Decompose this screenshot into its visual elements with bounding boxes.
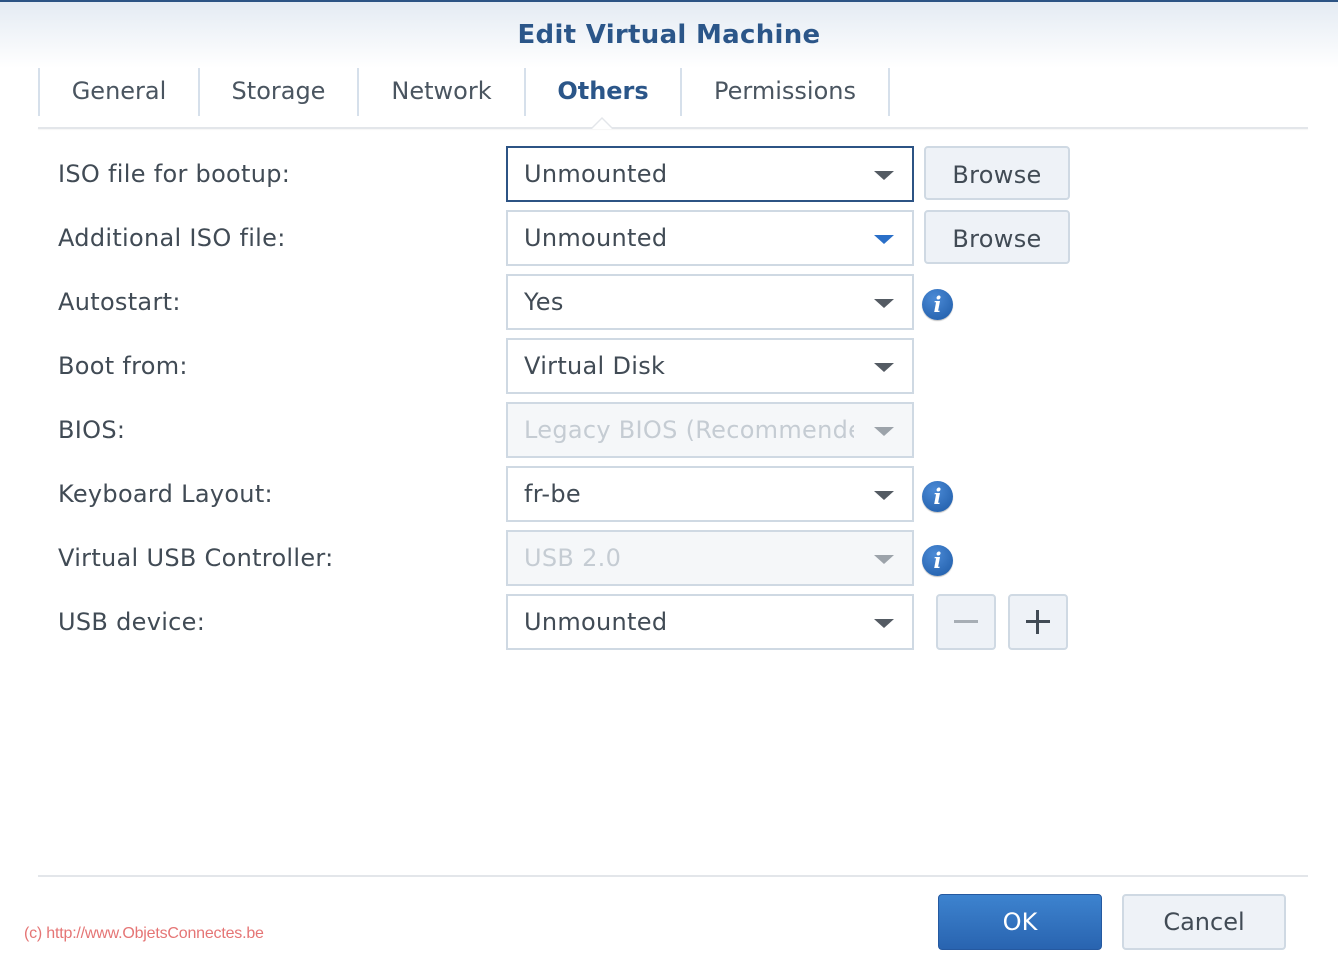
bios-label: BIOS:	[58, 416, 126, 444]
bios-value: Legacy BIOS (Recommended)	[524, 416, 854, 444]
autostart-select[interactable]: Yes	[506, 274, 914, 330]
autostart-label: Autostart:	[58, 288, 181, 316]
info-icon[interactable]: i	[922, 545, 953, 576]
boot-from-label: Boot from:	[58, 352, 188, 380]
tab-network[interactable]: Network	[357, 68, 524, 116]
plus-icon-vertical	[1036, 610, 1039, 634]
minus-icon	[954, 620, 978, 623]
usb-controller-value: USB 2.0	[524, 544, 622, 572]
row-usb-device: USB device: Unmounted	[0, 594, 1338, 650]
row-iso-bootup: ISO file for bootup: Unmounted Browse	[0, 146, 1338, 202]
usb-device-label: USB device:	[58, 608, 206, 636]
chevron-down-icon	[874, 491, 894, 500]
info-icon[interactable]: i	[922, 289, 953, 320]
ok-button[interactable]: OK	[938, 894, 1102, 950]
boot-from-select[interactable]: Virtual Disk	[506, 338, 914, 394]
additional-iso-value: Unmounted	[524, 224, 668, 252]
dialog-header: Edit Virtual Machine	[0, 2, 1338, 68]
row-usb-controller: Virtual USB Controller: USB 2.0 i	[0, 530, 1338, 586]
row-boot-from: Boot from: Virtual Disk	[0, 338, 1338, 394]
usb-device-select[interactable]: Unmounted	[506, 594, 914, 650]
row-autostart: Autostart: Yes i	[0, 274, 1338, 330]
iso-bootup-browse-button[interactable]: Browse	[924, 146, 1070, 200]
iso-bootup-value: Unmounted	[524, 160, 668, 188]
dialog-title: Edit Virtual Machine	[517, 20, 821, 50]
chevron-down-icon	[874, 619, 894, 628]
bios-select: Legacy BIOS (Recommended)	[506, 402, 914, 458]
tab-divider	[38, 127, 1308, 129]
chevron-down-icon	[874, 427, 894, 436]
chevron-down-icon	[874, 235, 894, 244]
tab-bar: General Storage Network Others Permissio…	[38, 68, 890, 116]
tab-general[interactable]: General	[38, 68, 198, 116]
chevron-down-icon	[874, 363, 894, 372]
tab-permissions[interactable]: Permissions	[680, 68, 890, 116]
remove-usb-device-button[interactable]	[936, 594, 996, 650]
row-keyboard-layout: Keyboard Layout: fr-be i	[0, 466, 1338, 522]
autostart-value: Yes	[524, 288, 564, 316]
boot-from-value: Virtual Disk	[524, 352, 666, 380]
tab-storage[interactable]: Storage	[198, 68, 357, 116]
additional-iso-select[interactable]: Unmounted	[506, 210, 914, 266]
usb-device-value: Unmounted	[524, 608, 668, 636]
active-tab-indicator-inner	[592, 119, 612, 129]
iso-bootup-label: ISO file for bootup:	[58, 160, 291, 188]
chevron-down-icon	[874, 299, 894, 308]
additional-iso-browse-button[interactable]: Browse	[924, 210, 1070, 264]
iso-bootup-select[interactable]: Unmounted	[506, 146, 914, 202]
chevron-down-icon	[874, 555, 894, 564]
keyboard-layout-select[interactable]: fr-be	[506, 466, 914, 522]
add-usb-device-button[interactable]	[1008, 594, 1068, 650]
info-icon[interactable]: i	[922, 481, 953, 512]
tab-others[interactable]: Others	[524, 68, 680, 116]
usb-controller-label: Virtual USB Controller:	[58, 544, 334, 572]
cancel-button[interactable]: Cancel	[1122, 894, 1286, 950]
watermark: (c) http://www.ObjetsConnectes.be	[24, 925, 264, 942]
keyboard-layout-label: Keyboard Layout:	[58, 480, 273, 508]
footer-divider	[38, 875, 1308, 877]
chevron-down-icon	[874, 171, 894, 180]
additional-iso-label: Additional ISO file:	[58, 224, 286, 252]
row-bios: BIOS: Legacy BIOS (Recommended)	[0, 402, 1338, 458]
row-additional-iso: Additional ISO file: Unmounted Browse	[0, 210, 1338, 266]
usb-controller-select: USB 2.0	[506, 530, 914, 586]
keyboard-layout-value: fr-be	[524, 480, 581, 508]
